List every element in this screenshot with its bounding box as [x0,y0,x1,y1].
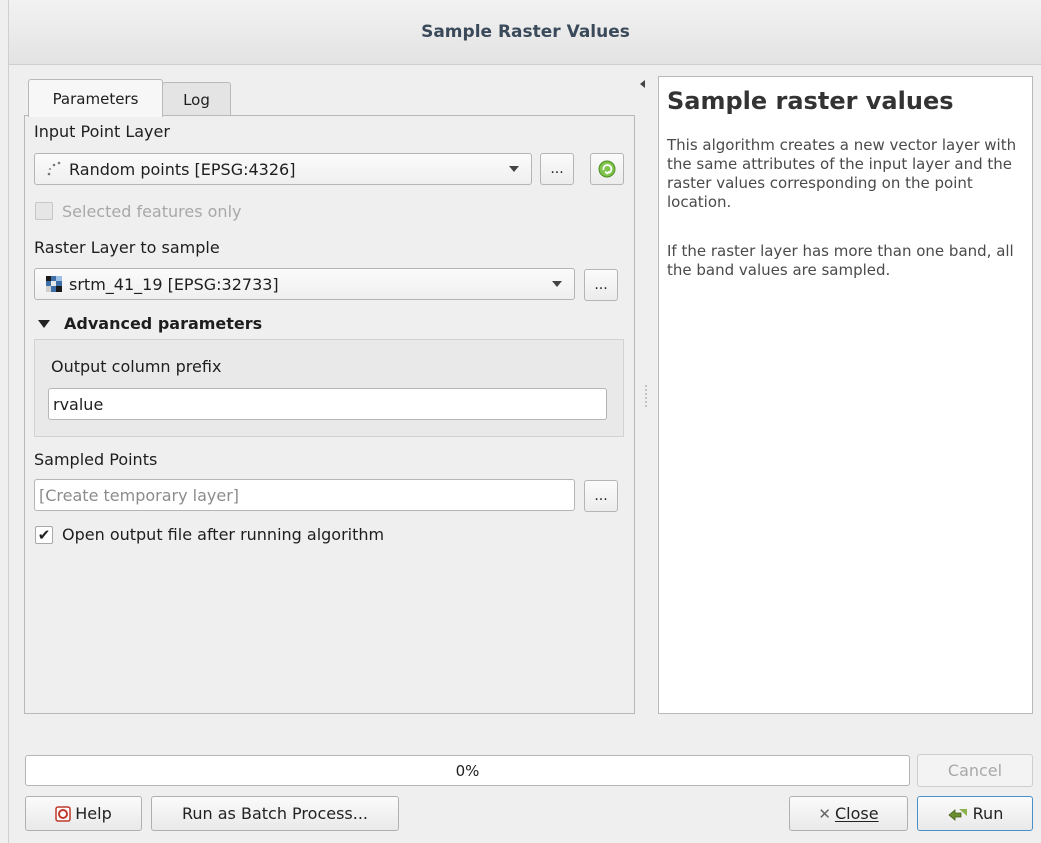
output-column-prefix-value: rvalue [53,394,104,414]
dialog-window: Sample Raster Values Parameters Log Inpu… [0,0,1041,843]
output-column-prefix-input[interactable]: rvalue [48,388,607,420]
input-point-layer-browse-button[interactable]: ... [540,153,574,185]
help-title: Sample raster values [667,87,954,115]
progress-text: 0% [455,761,480,780]
splitter-handle[interactable] [645,385,647,407]
tab-log-label: Log [183,91,210,109]
iterate-icon [598,160,616,178]
advanced-parameters-header: Advanced parameters [64,314,263,333]
input-point-layer-value: Random points [EPSG:4326] [69,159,296,179]
raster-layer-label: Raster Layer to sample [34,238,220,257]
progress-bar: 0% [25,755,910,786]
tab-parameters-label: Parameters [52,89,139,108]
chevron-down-icon [509,166,519,172]
window-border [8,64,9,843]
open-output-label: Open output file after running algorithm [62,525,385,544]
selected-features-label: Selected features only [62,202,242,221]
sampled-points-input[interactable]: [Create temporary layer] [34,479,575,511]
sampled-points-label: Sampled Points [34,450,158,469]
raster-layer-browse-button[interactable]: ... [584,269,618,301]
selected-features-checkbox[interactable] [35,202,53,220]
tab-parameters[interactable]: Parameters [28,79,163,117]
run-button[interactable]: Run [917,796,1033,831]
cancel-button[interactable]: Cancel [917,754,1033,787]
run-button-label: Run [972,804,1004,823]
help-paragraph-1: This algorithm creates a new vector laye… [667,136,1017,211]
help-button[interactable]: Help [25,796,142,831]
browse-label: ... [594,488,608,504]
help-icon [55,805,71,822]
raster-layer-combo[interactable]: srtm_41_19 [EPSG:32733] [34,268,575,300]
help-paragraph-2: If the raster layer has more than one ba… [667,242,1014,279]
cancel-label: Cancel [947,761,1003,780]
run-batch-label: Run as Batch Process... [181,804,369,823]
close-button-label: Close [834,804,879,823]
close-icon: ✕ [818,804,831,823]
raster-layer-value: srtm_41_19 [EPSG:32733] [69,274,279,294]
sampled-points-browse-button[interactable]: ... [584,480,618,512]
input-point-layer-combo[interactable]: Random points [EPSG:4326] [34,153,532,185]
run-batch-button[interactable]: Run as Batch Process... [151,796,399,831]
browse-label: ... [550,161,564,177]
triangle-down-icon [38,319,50,328]
chevron-down-icon [552,281,562,287]
title-bar: Sample Raster Values [8,0,1041,65]
collapse-help-arrow-icon[interactable] [640,80,645,88]
iterate-button[interactable] [590,153,624,185]
window-title: Sample Raster Values [421,22,630,42]
run-icon [948,808,967,821]
checkmark-icon: ✔ [37,525,51,544]
output-column-prefix-label: Output column prefix [51,357,222,376]
sampled-points-placeholder: [Create temporary layer] [39,485,240,505]
open-output-checkbox[interactable]: ✔ [35,526,53,544]
browse-label: ... [594,277,608,293]
point-layer-icon [47,161,61,176]
advanced-parameters-toggle[interactable]: Advanced parameters [38,314,262,333]
raster-layer-icon [46,276,62,292]
help-button-label: Help [75,804,112,823]
close-button[interactable]: ✕ Close [789,796,908,831]
input-point-layer-label: Input Point Layer [34,122,170,141]
help-panel: Sample raster values This algorithm crea… [658,76,1033,714]
tab-log[interactable]: Log [162,82,231,117]
